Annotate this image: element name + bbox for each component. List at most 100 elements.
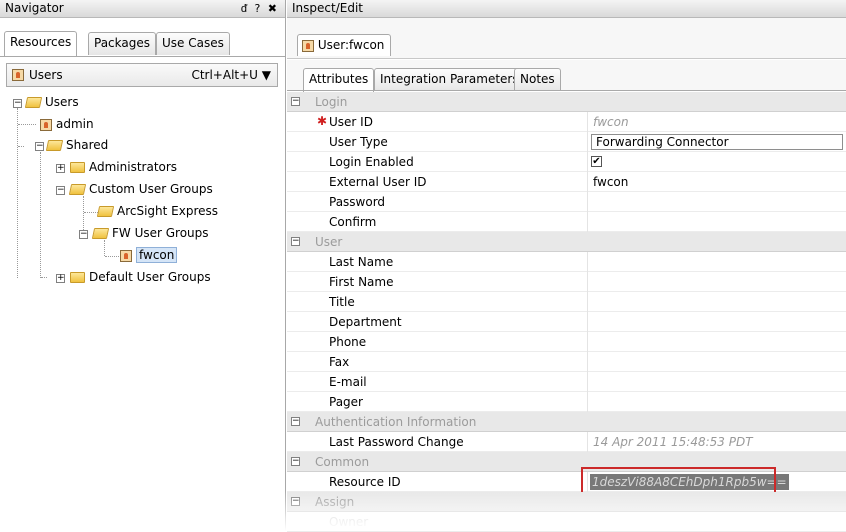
field-label: Login Enabled bbox=[329, 155, 414, 169]
collapse-toggle[interactable]: − bbox=[291, 457, 300, 466]
title-input[interactable] bbox=[587, 292, 846, 312]
section-title: Assign bbox=[315, 495, 355, 509]
tree-guide bbox=[41, 277, 47, 278]
collapse-toggle[interactable]: − bbox=[79, 230, 88, 239]
field-label: User Type bbox=[329, 135, 388, 149]
navigator-title: Navigator bbox=[5, 1, 64, 15]
field-row-last-name: Last Name bbox=[287, 252, 846, 272]
field-row-pager: Pager bbox=[287, 392, 846, 412]
tree-node-admin[interactable]: admin bbox=[40, 117, 94, 131]
field-label: Owner bbox=[329, 515, 369, 529]
field-row-last-password-change: Last Password Change 14 Apr 2011 15:48:5… bbox=[287, 432, 846, 452]
last-password-change-value: 14 Apr 2011 15:48:53 PDT bbox=[587, 432, 846, 452]
expand-toggle[interactable]: + bbox=[56, 164, 65, 173]
section-title: Login bbox=[315, 95, 348, 109]
field-row-phone: Phone bbox=[287, 332, 846, 352]
field-row-title: Title bbox=[287, 292, 846, 312]
inspect-title: Inspect/Edit bbox=[292, 1, 363, 15]
tree-guide bbox=[17, 108, 18, 278]
tree-node-users[interactable]: Users bbox=[24, 95, 79, 109]
field-label: Fax bbox=[329, 355, 350, 369]
user-icon bbox=[302, 39, 314, 52]
department-input[interactable] bbox=[587, 312, 846, 332]
collapse-toggle[interactable]: − bbox=[291, 237, 300, 246]
resource-selector-shortcut[interactable]: Ctrl+Alt+U ▼ bbox=[191, 68, 271, 82]
fax-input[interactable] bbox=[587, 352, 846, 372]
field-label: Resource ID bbox=[329, 475, 401, 489]
collapse-toggle[interactable]: − bbox=[13, 99, 22, 108]
section-user[interactable]: − User bbox=[287, 232, 846, 252]
folder-open-icon bbox=[96, 206, 115, 217]
tab-resources[interactable]: Resources bbox=[4, 31, 78, 56]
field-row-resource-id: Resource ID 1deszVi88A8CEhDph1Rpb5w== bbox=[287, 467, 846, 496]
tree-guide bbox=[84, 212, 98, 213]
section-title: Common bbox=[315, 455, 370, 469]
collapse-toggle[interactable]: − bbox=[291, 417, 300, 426]
pager-input[interactable] bbox=[587, 392, 846, 412]
external-user-id-input[interactable]: fwcon bbox=[587, 172, 846, 192]
resource-selector[interactable]: Users Ctrl+Alt+U ▼ bbox=[6, 63, 278, 87]
collapse-toggle[interactable]: − bbox=[35, 142, 44, 151]
field-label: First Name bbox=[329, 275, 394, 289]
tab-integration-parameters[interactable]: Integration Parameters bbox=[374, 68, 525, 91]
folder-icon bbox=[70, 162, 85, 173]
folder-open-icon bbox=[91, 228, 110, 239]
last-name-input[interactable] bbox=[587, 252, 846, 272]
document-tab[interactable]: User:fwcon bbox=[297, 34, 392, 56]
tree-node-custom-user-groups[interactable]: Custom User Groups bbox=[68, 182, 213, 196]
user-icon bbox=[120, 249, 132, 262]
document-tab-label: User:fwcon bbox=[317, 38, 385, 52]
tab-use-cases[interactable]: Use Cases bbox=[156, 32, 230, 55]
section-authentication[interactable]: − Authentication Information bbox=[287, 412, 846, 432]
tree-guide bbox=[18, 124, 36, 125]
field-row-external-user-id: External User ID fwcon bbox=[287, 172, 846, 192]
folder-open-icon bbox=[68, 184, 87, 195]
phone-input[interactable] bbox=[587, 332, 846, 352]
folder-icon bbox=[70, 272, 85, 283]
password-input[interactable] bbox=[587, 192, 846, 212]
field-row-fax: Fax bbox=[287, 352, 846, 372]
user-icon bbox=[12, 69, 24, 81]
collapse-toggle[interactable]: − bbox=[56, 186, 65, 195]
field-row-owner: Owner bbox=[287, 512, 846, 532]
field-row-user-id: ✱ User ID fwcon bbox=[287, 112, 846, 132]
field-label: User ID bbox=[329, 115, 373, 129]
collapse-toggle[interactable]: − bbox=[291, 97, 300, 106]
navigator-title-bar: Navigator ᵭ ? ✖ bbox=[0, 0, 285, 18]
pane-controls[interactable]: ᵭ ? ✖ bbox=[241, 0, 279, 17]
tree-node-shared[interactable]: Shared bbox=[45, 138, 108, 152]
tab-divider bbox=[0, 56, 285, 57]
resource-selector-label: Users bbox=[29, 68, 63, 82]
user-id-value: fwcon bbox=[587, 112, 846, 132]
tab-notes[interactable]: Notes bbox=[514, 68, 561, 91]
first-name-input[interactable] bbox=[587, 272, 846, 292]
tree-node-administrators[interactable]: Administrators bbox=[70, 160, 177, 174]
value-cell bbox=[587, 152, 846, 172]
tree-node-arcsight-express[interactable]: ArcSight Express bbox=[96, 204, 218, 218]
field-row-email: E-mail bbox=[287, 372, 846, 392]
user-type-select[interactable]: Forwarding Connector bbox=[591, 134, 843, 150]
field-row-department: Department bbox=[287, 312, 846, 332]
inspect-title-bar: Inspect/Edit bbox=[287, 0, 846, 18]
field-row-password: Password bbox=[287, 192, 846, 212]
section-login[interactable]: − Login bbox=[287, 92, 846, 112]
field-label: Title bbox=[329, 295, 355, 309]
tree-guide bbox=[40, 152, 41, 278]
login-enabled-checkbox[interactable]: ✔ bbox=[591, 156, 602, 167]
inspector-tabs: Attributes Integration Parameters Notes bbox=[287, 60, 846, 93]
collapse-toggle[interactable]: − bbox=[291, 497, 300, 506]
folder-open-icon bbox=[24, 97, 43, 108]
document-tab-row: User:fwcon bbox=[287, 18, 846, 59]
tab-divider bbox=[287, 90, 846, 91]
tab-packages[interactable]: Packages bbox=[88, 32, 156, 55]
user-icon bbox=[40, 118, 52, 131]
field-row-first-name: First Name bbox=[287, 272, 846, 292]
confirm-password-input[interactable] bbox=[587, 212, 846, 232]
section-assign[interactable]: − Assign bbox=[287, 492, 846, 512]
tree-node-fw-user-groups[interactable]: FW User Groups bbox=[91, 226, 209, 240]
tree-node-fwcon[interactable]: fwcon bbox=[120, 247, 178, 263]
tree-node-default-user-groups[interactable]: Default User Groups bbox=[70, 270, 211, 284]
expand-toggle[interactable]: + bbox=[56, 274, 65, 283]
section-title: Authentication Information bbox=[315, 415, 477, 429]
email-input[interactable] bbox=[587, 372, 846, 392]
